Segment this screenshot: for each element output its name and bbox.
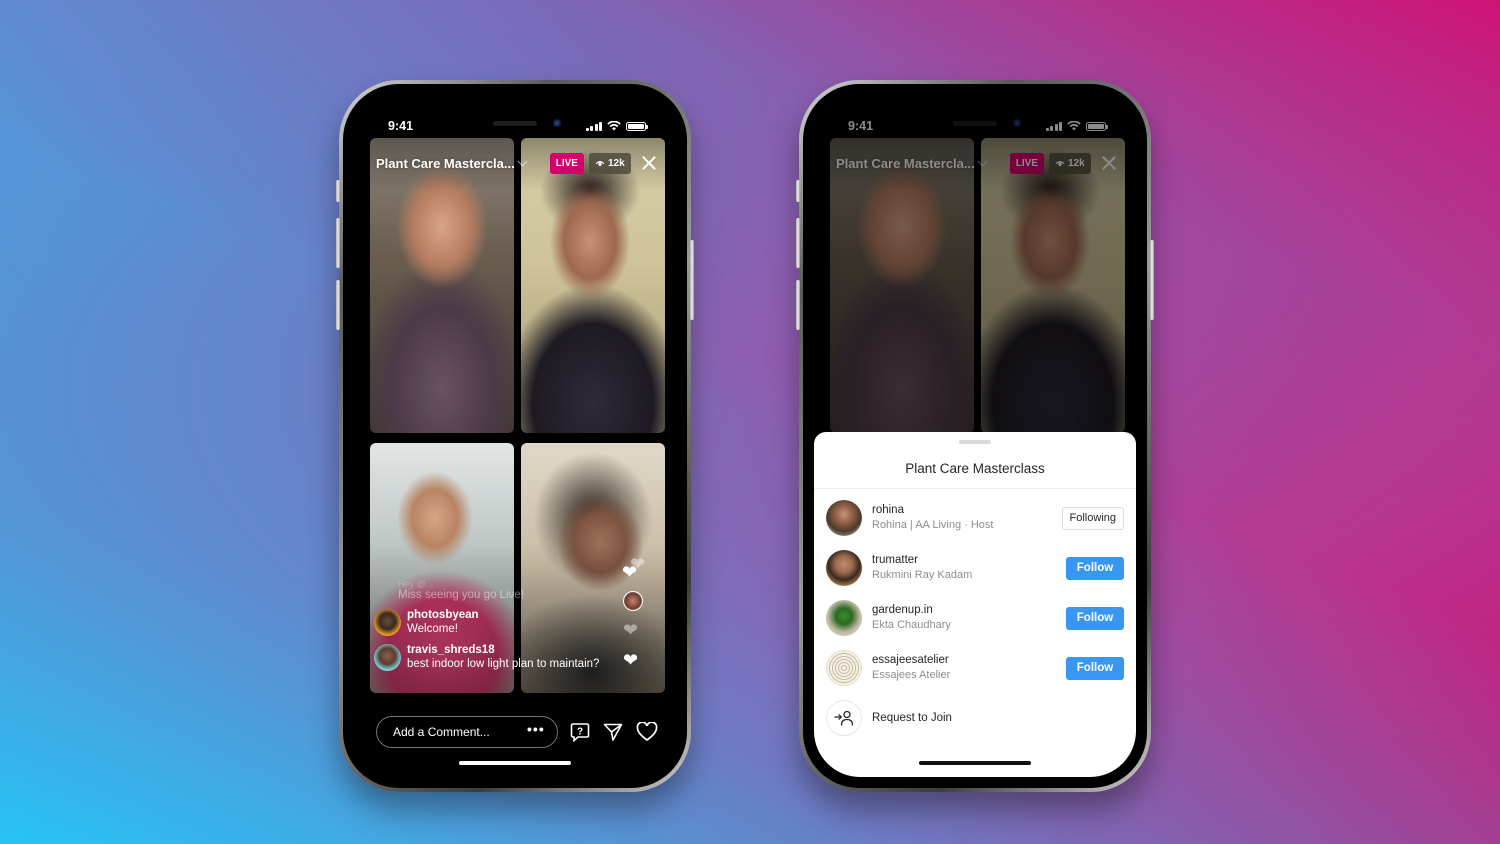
participant-subtitle: Rohina | AA Living · Host xyxy=(872,519,994,532)
video-tile-guest-1[interactable] xyxy=(521,138,665,433)
request-join-icon xyxy=(826,700,862,736)
participant-username[interactable]: gardenup.in xyxy=(872,603,1066,618)
comment-username[interactable]: travis_shreds18 xyxy=(407,644,599,657)
participant-row: rohina Rohina | AA Living · Host Followi… xyxy=(826,498,1124,538)
battery-icon xyxy=(1086,121,1108,131)
bottom-bar: Add a Comment... ••• ? xyxy=(376,716,658,748)
comment-text: best indoor low light plan to maintain? xyxy=(407,657,600,670)
comment-placeholder: Add a Comment... xyxy=(393,725,490,739)
send-icon[interactable] xyxy=(603,721,624,743)
volume-up-button xyxy=(796,218,800,268)
more-options-icon[interactable]: ••• xyxy=(527,721,545,737)
sheet-title: Plant Care Masterclass xyxy=(905,461,1045,476)
heart-icon: ❤ xyxy=(622,562,638,582)
volume-down-button xyxy=(796,280,800,330)
participant-username[interactable]: essajeesatelier xyxy=(872,653,1066,668)
comment-feed: Hey @... Miss seeing you go Live! photos… xyxy=(374,579,654,671)
question-icon[interactable]: ? xyxy=(570,721,591,743)
comment-item: travis_shreds18 best indoor low light pl… xyxy=(374,644,654,671)
participant-row: gardenup.in Ekta Chaudhary Follow xyxy=(826,598,1124,638)
comment-input[interactable]: Add a Comment... ••• xyxy=(376,716,558,748)
follow-button[interactable]: Follow xyxy=(1066,656,1124,680)
follow-button[interactable]: Follow xyxy=(1066,556,1124,580)
participant-subtitle: Rukmini Ray Kadam xyxy=(872,569,973,582)
live-header: Plant Care Mastercla... LIVE 12k xyxy=(376,150,660,176)
video-tile-host[interactable] xyxy=(370,138,514,433)
heart-icon[interactable] xyxy=(636,721,658,743)
participants-sheet: Plant Care Masterclass rohina Rohina | A… xyxy=(814,432,1136,777)
wifi-icon xyxy=(607,121,621,131)
mute-switch xyxy=(336,180,340,202)
volume-up-button xyxy=(336,218,340,268)
avatar[interactable] xyxy=(826,650,862,686)
participant-row: essajeesatelier Essajees Atelier Follow xyxy=(826,648,1124,688)
phone-participants-sheet: Plant Care Mastercla... LIVE 12k 9:41 Pl… xyxy=(796,80,1154,792)
signal-icon xyxy=(1045,121,1062,131)
avatar[interactable] xyxy=(826,500,862,536)
viewer-count: 12k xyxy=(607,157,625,169)
signal-icon xyxy=(585,121,602,131)
home-indicator[interactable] xyxy=(919,761,1031,765)
request-to-join-label: Request to Join xyxy=(872,711,952,724)
volume-down-button xyxy=(336,280,340,330)
phone-live-view: 9:41 Plant Care Mastercla... LIVE 12k He… xyxy=(336,80,694,792)
eye-icon xyxy=(595,160,605,166)
avatar[interactable] xyxy=(374,609,401,636)
reaction-avatar xyxy=(623,591,643,611)
avatar[interactable] xyxy=(826,600,862,636)
avatar[interactable] xyxy=(826,550,862,586)
participant-username[interactable]: trumatter xyxy=(872,553,1066,568)
comment-item: photosbyean Welcome! xyxy=(374,609,654,636)
participants-screen: Plant Care Mastercla... LIVE 12k 9:41 Pl… xyxy=(814,95,1136,777)
status-bar: 9:41 xyxy=(848,117,1108,135)
background-gradient-accent xyxy=(0,0,1500,844)
comment-username[interactable]: photosbyean xyxy=(407,609,479,622)
participant-subtitle: Essajees Atelier xyxy=(872,669,951,682)
following-button[interactable]: Following xyxy=(1061,506,1124,530)
viewer-count-badge[interactable]: 12k xyxy=(588,152,631,174)
status-time: 9:41 xyxy=(388,119,414,133)
home-indicator[interactable] xyxy=(459,761,571,765)
power-button xyxy=(1150,240,1154,320)
heart-icon: ❤ xyxy=(623,620,639,640)
avatar[interactable] xyxy=(374,644,401,671)
svg-text:?: ? xyxy=(577,727,583,738)
comment-text: Welcome! xyxy=(407,622,458,635)
live-badge: LIVE xyxy=(549,152,584,174)
comment-faded: Hey @... Miss seeing you go Live! xyxy=(398,579,524,601)
participant-subtitle: Ekta Chaudhary xyxy=(872,619,951,632)
battery-icon xyxy=(626,121,648,131)
participant-username[interactable]: rohina xyxy=(872,503,1062,518)
status-time: 9:41 xyxy=(848,119,874,133)
wifi-icon xyxy=(1067,121,1081,131)
status-bar: 9:41 xyxy=(388,117,648,135)
live-title[interactable]: Plant Care Mastercla... xyxy=(376,156,515,171)
mute-switch xyxy=(796,180,800,202)
follow-button[interactable]: Follow xyxy=(1066,606,1124,630)
request-to-join-row[interactable]: Request to Join xyxy=(826,698,1124,738)
divider xyxy=(814,488,1136,489)
participant-row: trumatter Rukmini Ray Kadam Follow xyxy=(826,548,1124,588)
floating-reactions: ❤ ❤ ❤ ❤ xyxy=(622,555,652,685)
sheet-grabber[interactable] xyxy=(959,440,991,444)
heart-icon: ❤ xyxy=(623,650,639,670)
close-icon[interactable] xyxy=(641,155,657,171)
live-screen: 9:41 Plant Care Mastercla... LIVE 12k He… xyxy=(354,95,676,777)
power-button xyxy=(690,240,694,320)
chevron-down-icon[interactable] xyxy=(517,156,528,166)
